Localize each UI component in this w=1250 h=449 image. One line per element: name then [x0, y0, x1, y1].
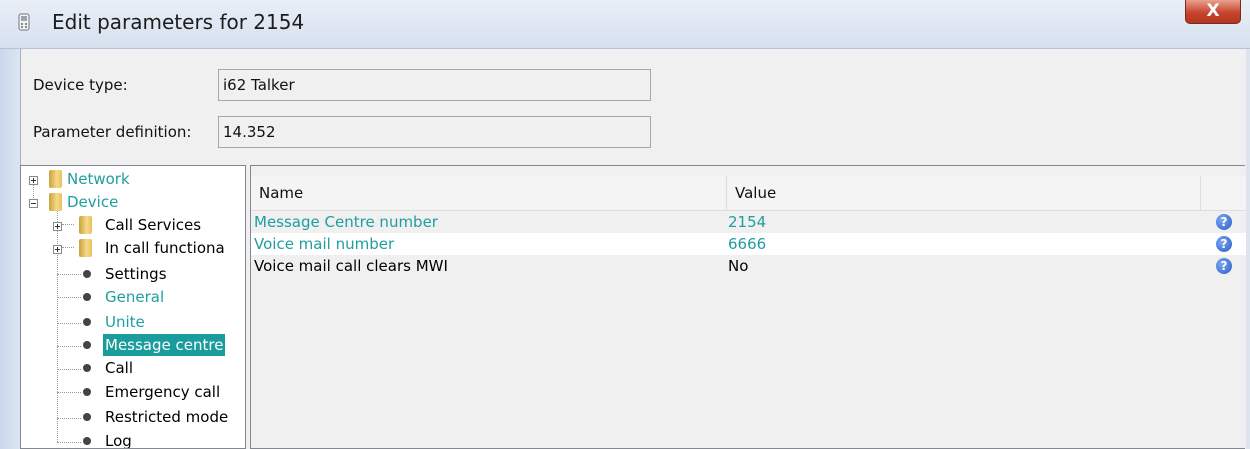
tree-item-call-services[interactable]: Call Services — [21, 214, 245, 236]
tree-label: General — [105, 288, 165, 306]
table-row[interactable]: Voice mail number 6666 ? — [251, 233, 1246, 255]
leaf-node-icon — [83, 270, 91, 278]
tree-label: In call functiona — [105, 239, 225, 257]
leaf-node-icon — [83, 413, 91, 421]
expand-icon[interactable] — [53, 245, 62, 254]
app-icon — [18, 13, 30, 31]
column-header-help — [1201, 176, 1246, 210]
tree-item-network[interactable]: Network — [21, 168, 245, 190]
device-type-label: Device type: — [33, 76, 128, 94]
tree-item-call[interactable]: Call — [21, 357, 245, 379]
tree-item-unite[interactable]: Unite — [21, 311, 245, 333]
row-value[interactable]: 6666 — [728, 233, 766, 255]
leaf-node-icon — [83, 341, 91, 349]
collapse-icon[interactable] — [29, 199, 38, 208]
help-icon[interactable]: ? — [1216, 258, 1232, 274]
tree-label: Emergency call — [105, 383, 221, 401]
tree-label: Call — [105, 359, 134, 377]
row-name: Voice mail call clears MWI — [254, 257, 448, 275]
close-button[interactable]: X — [1185, 0, 1241, 24]
row-name: Voice mail number — [254, 235, 395, 253]
expand-icon[interactable] — [29, 176, 38, 185]
tree-label: Log — [105, 432, 132, 449]
parameter-definition-field: 14.352 — [218, 116, 651, 148]
tree-item-device[interactable]: Device — [21, 191, 245, 213]
tree-item-in-call-functions[interactable]: In call functiona — [21, 237, 245, 259]
help-icon[interactable]: ? — [1216, 236, 1232, 252]
table-header: Name Value — [251, 176, 1246, 211]
parameter-definition-label: Parameter definition: — [33, 123, 192, 141]
tree-item-general[interactable]: General — [21, 286, 245, 308]
folder-open-icon — [49, 193, 62, 211]
tree-label: Unite — [105, 313, 145, 331]
help-icon[interactable]: ? — [1216, 214, 1232, 230]
tree-label-selected: Message centre — [103, 334, 226, 356]
table-row[interactable]: Voice mail call clears MWI No ? — [251, 255, 1246, 277]
tree-label: Device — [67, 193, 119, 211]
row-value[interactable]: No — [728, 255, 748, 277]
window-title: Edit parameters for 2154 — [52, 10, 305, 34]
leaf-node-icon — [83, 318, 91, 326]
parameter-tree[interactable]: Network Device Call Services In call fun… — [20, 165, 246, 449]
tree-item-message-centre[interactable]: Message centre — [21, 334, 245, 356]
window-frame-left — [0, 49, 20, 449]
leaf-node-icon — [83, 364, 91, 372]
tree-label: Restricted mode — [105, 408, 229, 426]
folder-icon — [79, 239, 92, 257]
tree-item-restricted-mode[interactable]: Restricted mode — [21, 406, 245, 428]
tree-item-log[interactable]: Log — [21, 430, 245, 449]
leaf-node-icon — [83, 293, 91, 301]
parameter-table: Name Value Message Centre number 2154 ? … — [250, 165, 1246, 449]
tree-label: Settings — [105, 265, 167, 283]
table-row[interactable]: Message Centre number 2154 ? — [251, 211, 1246, 233]
tree-item-settings[interactable]: Settings — [21, 263, 245, 285]
column-header-value[interactable]: Value — [727, 176, 1201, 210]
leaf-node-icon — [83, 388, 91, 396]
row-name: Message Centre number — [254, 213, 438, 231]
device-type-field: i62 Talker — [218, 69, 651, 101]
edit-parameters-dialog: Edit parameters for 2154 X Device type: … — [0, 0, 1250, 449]
tree-label: Call Services — [105, 216, 202, 234]
leaf-node-icon — [83, 437, 91, 445]
title-bar[interactable]: Edit parameters for 2154 X — [0, 0, 1250, 49]
row-value[interactable]: 2154 — [728, 211, 766, 233]
folder-icon — [49, 170, 62, 188]
expand-icon[interactable] — [53, 222, 62, 231]
column-header-name[interactable]: Name — [251, 176, 727, 210]
tree-item-emergency-call[interactable]: Emergency call — [21, 381, 245, 403]
tree-label: Network — [67, 170, 130, 188]
folder-icon — [79, 216, 92, 234]
close-icon: X — [1206, 1, 1220, 21]
